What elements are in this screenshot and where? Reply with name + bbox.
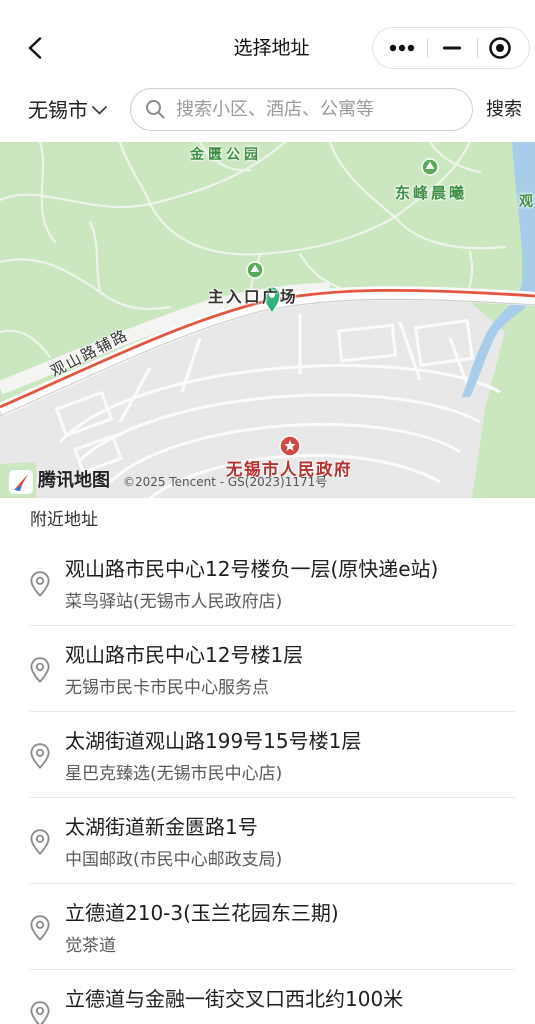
nearby-address-item[interactable]: 观山路市民中心12号楼负一层(原快递e站) 菜鸟驿站(无锡市人民政府店) (0, 540, 535, 626)
more-button[interactable] (385, 36, 419, 60)
dot (389, 44, 397, 52)
address-subtitle: 中国邮政(市民中心邮政支局) (65, 850, 283, 870)
capsule-divider (427, 38, 428, 58)
search-button[interactable]: 搜索 (482, 94, 526, 126)
park-icon (421, 158, 439, 176)
close-button[interactable] (486, 35, 514, 61)
address-subtitle: 星巴克臻选(无锡市民中心店) (65, 764, 283, 784)
target-circle-icon (489, 37, 511, 59)
magnifier-handle (157, 111, 165, 119)
dot (407, 44, 415, 52)
address-title: 太湖街道观山路199号15号楼1层 (65, 729, 362, 753)
address-picker-page: 选择地址 无锡市 搜索小区、酒店、公寓等 搜索 金匮公园 东峰晨曦 主入口广场 … (0, 0, 535, 1024)
government-star-icon (279, 435, 301, 457)
park-icon (246, 261, 264, 279)
pin-center (35, 920, 45, 929)
nearby-heading: 附近地址 (30, 510, 98, 530)
pin-center (35, 834, 45, 843)
location-outline-icon (30, 1001, 50, 1024)
address-title: 太湖街道新金匮路1号 (65, 815, 258, 839)
chevron-stroke (92, 106, 107, 115)
chevron-down-icon (92, 106, 107, 115)
address-title: 立德道210-3(玉兰花园东三期) (65, 901, 339, 925)
pin-center (35, 576, 45, 585)
dot (398, 44, 406, 52)
magnifier-icon (146, 100, 165, 119)
more-dots-icon (389, 44, 415, 52)
minimize-button[interactable] (435, 36, 469, 60)
location-outline-icon (30, 571, 50, 597)
address-subtitle: 菜鸟驿站(无锡市人民政府店) (65, 592, 283, 612)
address-title: 观山路市民中心12号楼1层 (65, 643, 304, 667)
minimize-bar (443, 46, 461, 50)
nearby-address-item[interactable]: 太湖街道观山路199号15号楼1层 星巴克臻选(无锡市民中心店) (0, 712, 535, 798)
nearby-address-item[interactable]: 观山路市民中心12号楼1层 无锡市民卡市民中心服务点 (0, 626, 535, 712)
map-label-plaza: 主入口广场 (208, 288, 299, 306)
address-subtitle: 无锡市民卡市民中心服务点 (65, 678, 269, 698)
nearby-address-item[interactable]: 立德道与金融一街交叉口西北约100米 (0, 970, 535, 1024)
mini-program-capsule (372, 27, 530, 69)
location-outline-icon (30, 657, 50, 683)
pin-outline (30, 1001, 50, 1024)
pin-center (35, 748, 45, 757)
pin-center (35, 1006, 45, 1015)
search-input[interactable] (176, 89, 456, 129)
address-subtitle: 觉茶道 (65, 936, 116, 956)
address-title: 观山路市民中心12号楼负一层(原快递e站) (65, 557, 439, 581)
tencent-map-logo-icon (9, 470, 33, 494)
minimize-icon (443, 46, 461, 50)
map-label-partial: 观 (519, 194, 533, 210)
capsule-divider (477, 38, 478, 58)
nearby-address-item[interactable]: 太湖街道新金匮路1号 中国邮政(市民中心邮政支局) (0, 798, 535, 884)
city-name: 无锡市 (28, 98, 88, 122)
location-outline-icon (30, 915, 50, 941)
nearby-address-item[interactable]: 立德道210-3(玉兰花园东三期) 觉茶道 (0, 884, 535, 970)
city-selector[interactable]: 无锡市 (22, 94, 112, 126)
location-outline-icon (30, 743, 50, 769)
address-title: 立德道与金融一街交叉口西北约100米 (65, 987, 404, 1011)
map-view[interactable]: 金匮公园 东峰晨曦 主入口广场 观山路辅路 无锡市人民政府 观 腾讯地图 ©20… (0, 142, 535, 498)
map-provider-name: 腾讯地图 (38, 470, 110, 491)
map-label-residential: 东峰晨曦 (395, 184, 468, 202)
location-outline-icon (30, 829, 50, 855)
map-copyright: ©2025 Tencent - GS(2023)1171号 (123, 475, 328, 489)
target-dot (496, 44, 504, 52)
search-box[interactable] (130, 88, 473, 131)
map-label-park: 金匮公园 (190, 147, 262, 163)
pin-center (35, 662, 45, 671)
